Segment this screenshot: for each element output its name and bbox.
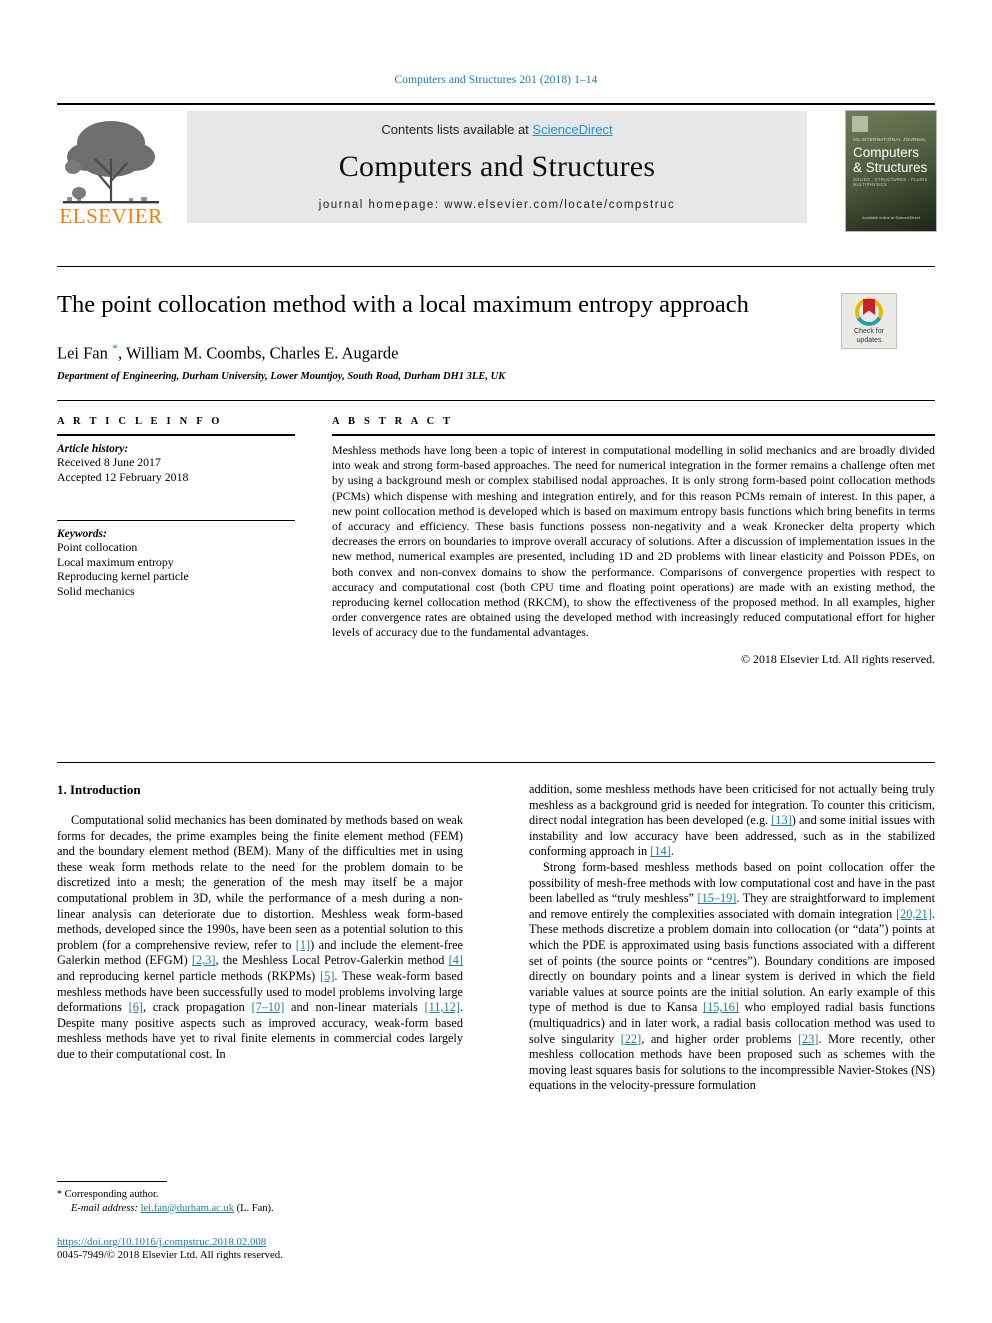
keyword-item: Solid mechanics	[57, 583, 135, 598]
keywords-block: Keywords: Point collocation Local maximu…	[57, 520, 295, 598]
text-run: Computational solid mechanics has been d…	[57, 813, 463, 952]
article-history-received: Received 8 June 2017	[57, 455, 161, 469]
author-rest: , William M. Coombs, Charles E. Augarde	[118, 343, 399, 363]
title-divider	[57, 266, 935, 267]
journal-homepage-line[interactable]: journal homepage: www.elsevier.com/locat…	[187, 199, 807, 211]
article-first-page: Computers and Structures 201 (2018) 1–14	[0, 0, 992, 1323]
cover-title: Computers & Structures	[853, 145, 928, 175]
keywords-label: Keywords:	[57, 528, 107, 540]
footnote-block: * Corresponding author. E-mail address: …	[57, 1181, 463, 1215]
author-list: Lei Fan *, William M. Coombs, Charles E.…	[57, 341, 817, 364]
citation-link[interactable]: [20,21]	[896, 907, 932, 921]
page-title: The point collocation method with a loca…	[57, 291, 749, 318]
citation-link[interactable]: [14]	[650, 844, 671, 858]
contents-available-line: Contents lists available at ScienceDirec…	[187, 122, 807, 137]
abstract-text: Meshless methods have long been a topic …	[332, 443, 935, 640]
cover-title-line1: Computers	[853, 145, 920, 160]
body-divider	[57, 762, 935, 763]
paragraph: Strong form-based meshless methods based…	[529, 860, 935, 1094]
contents-prefix: Contents lists available at	[381, 122, 533, 137]
footnote-rule	[57, 1181, 167, 1182]
text-run: , crack propagation	[142, 1000, 252, 1015]
elsevier-logo: ELSEVIER	[57, 109, 165, 229]
section-heading-introduction: 1. Introduction	[57, 782, 141, 797]
text-run: . These methods discretize a problem dom…	[529, 906, 935, 1015]
footnote-corresponding-text: Corresponding author.	[62, 1189, 159, 1200]
article-info-rule	[57, 434, 295, 436]
citation-link[interactable]: [7–10]	[252, 1000, 285, 1014]
citation-link[interactable]: [11,12]	[425, 1000, 460, 1014]
text-run: , and higher order problems	[641, 1031, 798, 1046]
paragraph: addition, some meshless methods have bee…	[529, 782, 935, 860]
abstract-heading: A B S T R A C T	[332, 416, 454, 427]
info-divider	[57, 400, 935, 401]
doi-link[interactable]: https://doi.org/10.1016/j.compstruc.2018…	[57, 1236, 557, 1248]
crossmark-label: Check for updates	[842, 328, 896, 345]
keyword-item: Point collocation	[57, 540, 138, 554]
footnote-email-line: E-mail address: lei.fan@durham.ac.uk (L.…	[57, 1202, 463, 1216]
keyword-item: Local maximum entropy	[57, 554, 174, 569]
journal-cover-thumbnail: AN INTERNATIONAL JOURNAL Computers & Str…	[845, 110, 937, 232]
journal-band: Contents lists available at ScienceDirec…	[187, 111, 807, 223]
article-history-label: Article history:	[57, 443, 129, 455]
footer-block: https://doi.org/10.1016/j.compstruc.2018…	[57, 1236, 557, 1261]
elsevier-tree-icon: ELSEVIER	[57, 109, 165, 229]
article-info-column: A R T I C L E I N F O Article history: R…	[57, 416, 295, 598]
citation-link[interactable]: [15–19]	[697, 891, 736, 905]
citation-link[interactable]: [15,16]	[703, 1000, 739, 1014]
crossmark-label-line2: updates	[856, 336, 882, 344]
crossmark-bookmark-icon	[863, 299, 875, 315]
cover-elsevier-mark-icon	[852, 116, 868, 132]
crossmark-label-line1: Check for	[854, 328, 884, 335]
keyword-item: Reproducing kernel particle	[57, 569, 189, 583]
citation-link[interactable]: [1]	[296, 938, 310, 952]
abstract-copyright: © 2018 Elsevier Ltd. All rights reserved…	[741, 651, 935, 666]
body-column-left: 1. Introduction Computational solid mech…	[57, 782, 463, 1063]
article-info-heading: A R T I C L E I N F O	[57, 416, 223, 427]
cover-title-line2: & Structures	[853, 159, 928, 175]
citation-link[interactable]: [4]	[449, 953, 463, 967]
running-head: Computers and Structures 201 (2018) 1–14	[394, 74, 598, 86]
author-first: Lei Fan	[57, 343, 112, 363]
text-run: and reproducing kernel particle methods …	[57, 968, 321, 983]
journal-masthead: ELSEVIER Contents lists available at Sci…	[57, 103, 937, 233]
citation-link[interactable]: [2,3]	[192, 953, 216, 967]
citation-link[interactable]: [13]	[771, 813, 792, 827]
footnote-email-label: E-mail address:	[71, 1202, 138, 1214]
citation-link[interactable]: [5]	[320, 969, 334, 983]
issn-copyright-line: 0045-7949/© 2018 Elsevier Ltd. All right…	[57, 1249, 283, 1261]
crossmark-ring-icon	[855, 298, 883, 326]
abstract-column: A B S T R A C T Meshless methods have lo…	[332, 416, 935, 667]
paragraph: Computational solid mechanics has been d…	[57, 813, 463, 1063]
cover-issn-line: AN INTERNATIONAL JOURNAL	[853, 137, 927, 142]
abstract-rule	[332, 434, 935, 436]
svg-text:ELSEVIER: ELSEVIER	[59, 204, 162, 228]
footnote-corresponding-author: * Corresponding author.	[57, 1188, 463, 1202]
email-link[interactable]: lei.fan@durham.ac.uk	[141, 1203, 234, 1214]
article-history-accepted: Accepted 12 February 2018	[57, 469, 189, 484]
footnote-email-suffix: (L. Fan).	[233, 1202, 274, 1214]
crossmark-badge[interactable]: Check for updates	[841, 293, 897, 349]
body-column-right: addition, some meshless methods have bee…	[529, 782, 935, 1094]
journal-title: Computers and Structures	[338, 150, 656, 183]
affiliation: Department of Engineering, Durham Univer…	[57, 371, 506, 382]
text-run: .	[670, 844, 674, 859]
citation-link[interactable]: [23]	[798, 1032, 819, 1046]
text-run: , the Meshless Local Petrov-Galerkin met…	[215, 953, 449, 968]
cover-footer: Available online at ScienceDirect	[861, 215, 921, 220]
sciencedirect-link[interactable]: ScienceDirect	[532, 122, 612, 137]
text-run: and non-linear materials	[284, 1000, 425, 1015]
citation-link[interactable]: [6]	[129, 1000, 143, 1014]
citation-link[interactable]: [22]	[621, 1032, 642, 1046]
keywords-rule	[57, 520, 295, 521]
cover-subtitle: SOLIDS · STRUCTURES · FLUIDS · MULTIPHYS…	[853, 177, 931, 187]
